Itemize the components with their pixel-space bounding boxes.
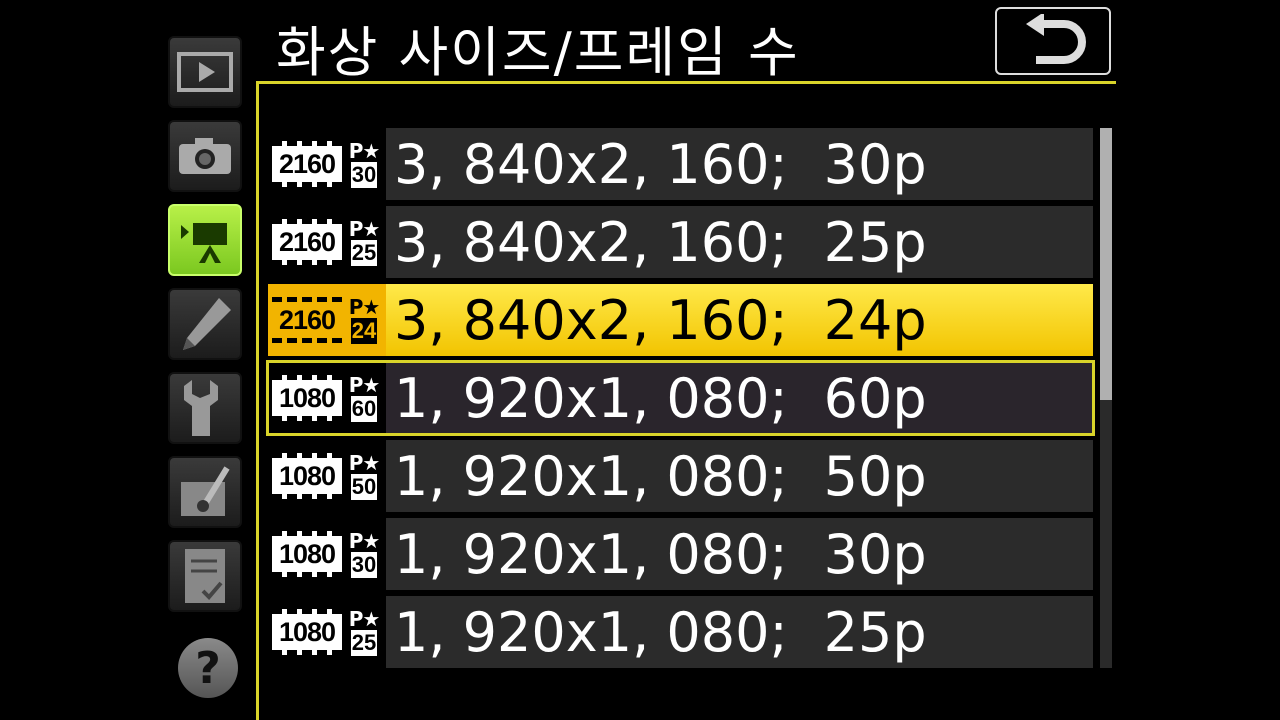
my-menu-tab[interactable] <box>168 540 242 612</box>
movie-size-icon: 2160 P★ 30 <box>268 128 386 200</box>
retouch-brush-icon <box>181 466 230 516</box>
custom-settings-menu-tab[interactable] <box>168 288 242 360</box>
option-row[interactable]: 1080 P★ 60 1, 920x1, 080; 60p <box>266 360 1095 436</box>
tab-divider <box>256 82 259 720</box>
play-icon <box>177 52 233 92</box>
retouch-menu-tab[interactable] <box>168 456 242 528</box>
frame-rate-text: 60p <box>823 366 927 430</box>
fps-number: 50 <box>350 474 378 500</box>
quality-mark: P★ <box>348 217 381 241</box>
return-arrow-icon <box>1026 14 1086 64</box>
option-label: 1, 920x1, 080; 30p <box>394 523 927 586</box>
option-row[interactable]: 1080 P★ 30 1, 920x1, 080; 30p <box>268 518 1093 590</box>
movie-size-icon: 2160 P★ 24 <box>268 284 386 356</box>
fps-number: 30 <box>350 552 378 578</box>
frame-size-text: 1, 920x1, 080; <box>394 600 788 664</box>
frame-rate-badge: P★ 25 <box>346 605 382 659</box>
option-label: 1, 920x1, 080; 50p <box>394 445 927 508</box>
resolution-badge: 2160 <box>272 219 342 265</box>
quality-mark: P★ <box>348 139 381 163</box>
option-row[interactable]: 2160 P★ 24 3, 840x2, 160; 24p <box>268 284 1093 356</box>
fps-number: 25 <box>350 240 378 266</box>
page-title: 화상 사이즈/프레임 수 <box>276 21 800 84</box>
frame-rate-badge: P★ 60 <box>346 371 382 425</box>
scrollbar[interactable] <box>1100 128 1112 668</box>
movie-size-icon: 1080 P★ 60 <box>268 362 386 434</box>
resolution-badge: 2160 <box>272 141 342 187</box>
back-button[interactable] <box>995 7 1111 75</box>
movie-size-icon: 1080 P★ 30 <box>268 518 386 590</box>
fps-number: 25 <box>350 630 378 656</box>
movie-size-icon: 1080 P★ 50 <box>268 440 386 512</box>
frame-rate-badge: P★ 30 <box>346 527 382 581</box>
fps-number: 24 <box>350 318 378 344</box>
scrollbar-thumb[interactable] <box>1100 128 1112 400</box>
option-row[interactable]: 2160 P★ 30 3, 840x2, 160; 30p <box>268 128 1093 200</box>
frame-size-text: 1, 920x1, 080; <box>394 366 788 430</box>
resolution-badge: 1080 <box>272 453 342 499</box>
movie-size-icon: 1080 P★ 25 <box>268 596 386 668</box>
wrench-icon <box>184 380 218 436</box>
option-row[interactable]: 1080 P★ 25 1, 920x1, 080; 25p <box>268 596 1093 668</box>
movie-camera-icon <box>181 223 227 263</box>
frame-size-text: 3, 840x2, 160; <box>394 288 788 352</box>
frame-rate-text: 30p <box>823 132 927 196</box>
quality-mark: P★ <box>348 529 381 553</box>
frame-size-text: 3, 840x2, 160; <box>394 132 788 196</box>
option-label: 3, 840x2, 160; 24p <box>394 289 927 352</box>
frame-rate-badge: P★ 30 <box>346 137 382 191</box>
option-row[interactable]: 1080 P★ 50 1, 920x1, 080; 50p <box>268 440 1093 512</box>
movie-shooting-menu-tab[interactable] <box>168 204 242 276</box>
fps-number: 30 <box>350 162 378 188</box>
fps-number: 60 <box>350 396 378 422</box>
option-label: 3, 840x2, 160; 30p <box>394 133 927 196</box>
resolution-badge: 1080 <box>272 609 342 655</box>
frame-size-text: 3, 840x2, 160; <box>394 210 788 274</box>
frame-size-text: 1, 920x1, 080; <box>394 522 788 586</box>
option-row[interactable]: 2160 P★ 25 3, 840x2, 160; 25p <box>268 206 1093 278</box>
frame-rate-badge: P★ 24 <box>346 293 382 347</box>
frame-rate-text: 24p <box>823 288 927 352</box>
frame-rate-text: 30p <box>823 522 927 586</box>
frame-rate-text: 25p <box>823 210 927 274</box>
resolution-badge: 2160 <box>272 297 342 343</box>
pencil-icon <box>183 298 231 350</box>
checklist-icon <box>185 549 225 603</box>
playback-menu-tab[interactable] <box>168 36 242 108</box>
setup-menu-tab[interactable] <box>168 372 242 444</box>
resolution-badge: 1080 <box>272 531 342 577</box>
quality-mark: P★ <box>348 373 381 397</box>
frame-rate-text: 50p <box>823 444 927 508</box>
help-button[interactable]: ? <box>178 638 238 698</box>
quality-mark: P★ <box>348 451 381 475</box>
camera-icon <box>179 138 231 174</box>
frame-rate-badge: P★ 25 <box>346 215 382 269</box>
option-label: 1, 920x1, 080; 25p <box>394 601 927 664</box>
option-label: 1, 920x1, 080; 60p <box>394 367 927 430</box>
frame-rate-text: 25p <box>823 600 927 664</box>
resolution-badge: 1080 <box>272 375 342 421</box>
movie-size-icon: 2160 P★ 25 <box>268 206 386 278</box>
option-label: 3, 840x2, 160; 25p <box>394 211 927 274</box>
quality-mark: P★ <box>348 295 381 319</box>
frame-rate-badge: P★ 50 <box>346 449 382 503</box>
frame-size-text: 1, 920x1, 080; <box>394 444 788 508</box>
photo-shooting-menu-tab[interactable] <box>168 120 242 192</box>
quality-mark: P★ <box>348 607 381 631</box>
